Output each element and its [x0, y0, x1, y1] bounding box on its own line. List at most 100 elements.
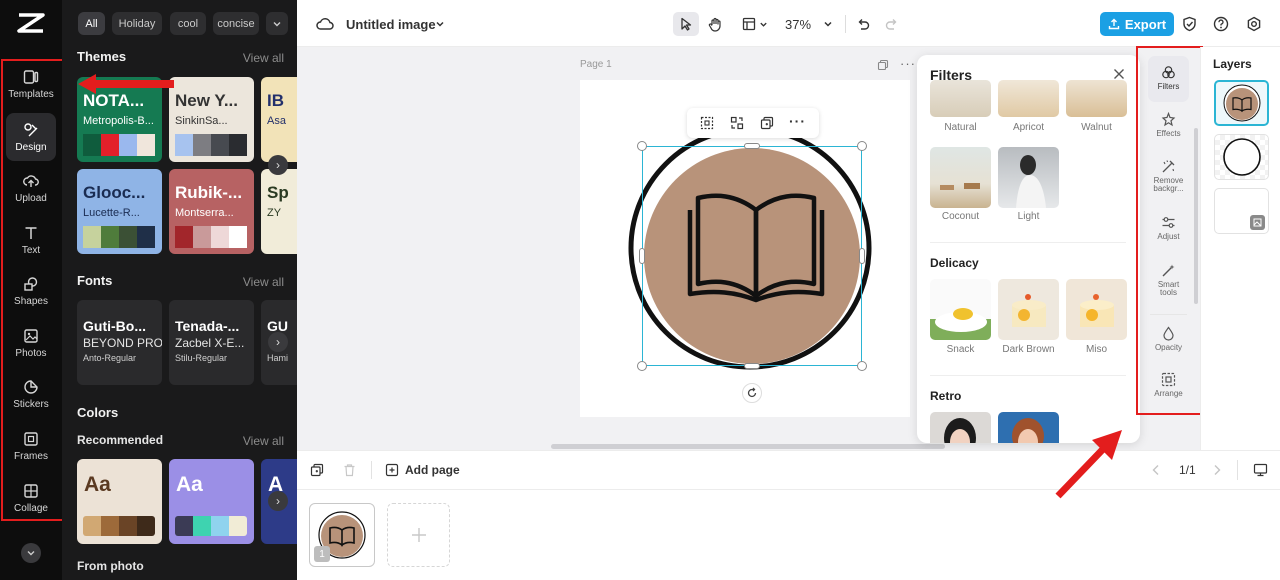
theme-font-name: Rubik-... [175, 183, 243, 202]
theme-card[interactable]: Glooc... Lucette-R... [77, 169, 162, 254]
resize-handle[interactable] [637, 141, 647, 151]
select-area-icon[interactable] [700, 116, 714, 130]
page-more-icon[interactable]: ··· [900, 56, 916, 71]
export-label: Export [1124, 16, 1167, 32]
swatch [137, 134, 155, 156]
add-page-button[interactable]: Add page [385, 461, 460, 479]
filter-thumb-dark-brown[interactable] [998, 279, 1059, 340]
theme-card[interactable]: IB Asa [261, 77, 297, 162]
capcut-logo[interactable] [16, 10, 46, 36]
layer-item-background[interactable] [1214, 188, 1269, 234]
swatch [101, 134, 119, 156]
resize-handle[interactable] [859, 248, 865, 264]
duplicate-icon[interactable] [760, 116, 774, 130]
export-button[interactable]: Export [1100, 12, 1174, 36]
select-tool-button[interactable] [673, 12, 699, 36]
help-button[interactable] [1210, 12, 1232, 36]
filter-thumb-light[interactable] [998, 147, 1059, 208]
font-card[interactable]: Guti-Bo... BEYOND PRO... Anto-Regular [77, 300, 162, 385]
settings-button[interactable] [1243, 12, 1265, 36]
resize-handle[interactable] [744, 363, 760, 369]
swatch [193, 516, 211, 536]
swatch [211, 226, 229, 248]
hand-tool-button[interactable] [703, 12, 727, 36]
swatch [83, 134, 101, 156]
redo-button[interactable] [882, 12, 902, 36]
zoom-level[interactable]: 37% [785, 12, 811, 36]
font-card-text: Hami [267, 353, 289, 363]
filter-thumb-retro-2[interactable] [998, 412, 1059, 443]
zoom-dropdown-icon[interactable] [821, 12, 835, 36]
canvas-page[interactable]: ··· [580, 80, 910, 417]
palette-swatches [175, 516, 247, 536]
fonts-view-all[interactable]: View all [243, 275, 284, 289]
resize-handle[interactable] [857, 361, 867, 371]
horizontal-scrollbar[interactable] [551, 444, 945, 449]
chip-cool[interactable]: cool [170, 12, 206, 35]
prev-page-icon[interactable] [1151, 464, 1161, 476]
swatch [101, 226, 119, 248]
resize-handle[interactable] [857, 141, 867, 151]
rotate-icon [747, 387, 757, 398]
themes-next-button[interactable]: › [268, 155, 288, 175]
filters-panel: Filters Natural Apricot Walnut Coconut L… [917, 55, 1140, 443]
cloud-save-icon[interactable] [315, 12, 335, 36]
resize-handle[interactable] [744, 143, 760, 149]
selection-box[interactable] [642, 146, 862, 366]
title-dropdown-icon[interactable] [433, 12, 447, 36]
layer-item-book[interactable] [1214, 80, 1269, 126]
filter-thumb-coconut[interactable] [930, 147, 991, 208]
filter-label: Apricot [1012, 122, 1045, 133]
theme-card[interactable]: Rubik-... Montserra... [169, 169, 254, 254]
close-icon[interactable] [1113, 68, 1125, 80]
rail-more-button[interactable] [21, 543, 41, 563]
chip-holiday[interactable]: Holiday [112, 12, 162, 35]
theme-card[interactable]: New Y... SinkinSa... [169, 77, 254, 162]
layer-item-circle[interactable] [1214, 134, 1269, 180]
theme-font-name: IB [267, 91, 284, 110]
color-palette-card[interactable]: Aa [77, 459, 162, 544]
filter-thumb-snack[interactable] [930, 279, 991, 340]
chip-concise[interactable]: concise [213, 12, 259, 35]
font-card[interactable]: Tenada-... Zacbel X-E... Stilu-Regular [169, 300, 254, 385]
filter-thumb-natural[interactable] [930, 80, 991, 117]
present-icon[interactable] [1253, 463, 1268, 477]
trash-icon[interactable] [343, 463, 356, 477]
shield-button[interactable] [1178, 12, 1200, 36]
theme-font-name: New Y... [175, 91, 238, 110]
duplicate-page-icon[interactable] [310, 463, 324, 477]
filter-thumb-walnut[interactable] [1066, 80, 1127, 117]
replace-icon[interactable] [730, 116, 744, 130]
add-page-thumbnail-button[interactable] [387, 503, 450, 567]
theme-font-subname: ZY [267, 207, 282, 219]
color-palette-card[interactable]: Aa [169, 459, 254, 544]
theme-font-name: Sp [267, 183, 289, 202]
help-icon [1213, 16, 1229, 32]
fonts-next-button[interactable]: › [268, 332, 288, 352]
filter-thumb-retro-1[interactable] [930, 412, 991, 443]
more-icon[interactable]: ··· [789, 113, 806, 129]
divider [1237, 460, 1238, 480]
chips-more-button[interactable] [266, 12, 288, 35]
divider [930, 375, 1126, 376]
filter-thumb-apricot[interactable] [998, 80, 1059, 117]
layout-button[interactable] [737, 12, 773, 36]
duplicate-page-icon[interactable] [877, 58, 889, 71]
themes-view-all[interactable]: View all [243, 51, 284, 65]
page-thumbnail[interactable]: 1 [309, 503, 375, 567]
swatch [229, 226, 247, 248]
undo-button[interactable] [853, 12, 873, 36]
swatch [211, 516, 229, 536]
next-page-icon[interactable] [1212, 464, 1222, 476]
resize-handle[interactable] [639, 248, 645, 264]
theme-card[interactable]: Sp ZY [261, 169, 297, 254]
theme-swatches [83, 134, 155, 156]
rotate-handle[interactable] [742, 383, 762, 403]
colors-view-all[interactable]: View all [243, 434, 284, 448]
colors-next-button[interactable]: › [268, 491, 288, 511]
filter-thumb-miso[interactable] [1066, 279, 1127, 340]
right-red-arrow [1055, 430, 1122, 499]
document-title[interactable]: Untitled image [346, 12, 436, 36]
resize-handle[interactable] [637, 361, 647, 371]
chip-all[interactable]: All [78, 12, 105, 35]
